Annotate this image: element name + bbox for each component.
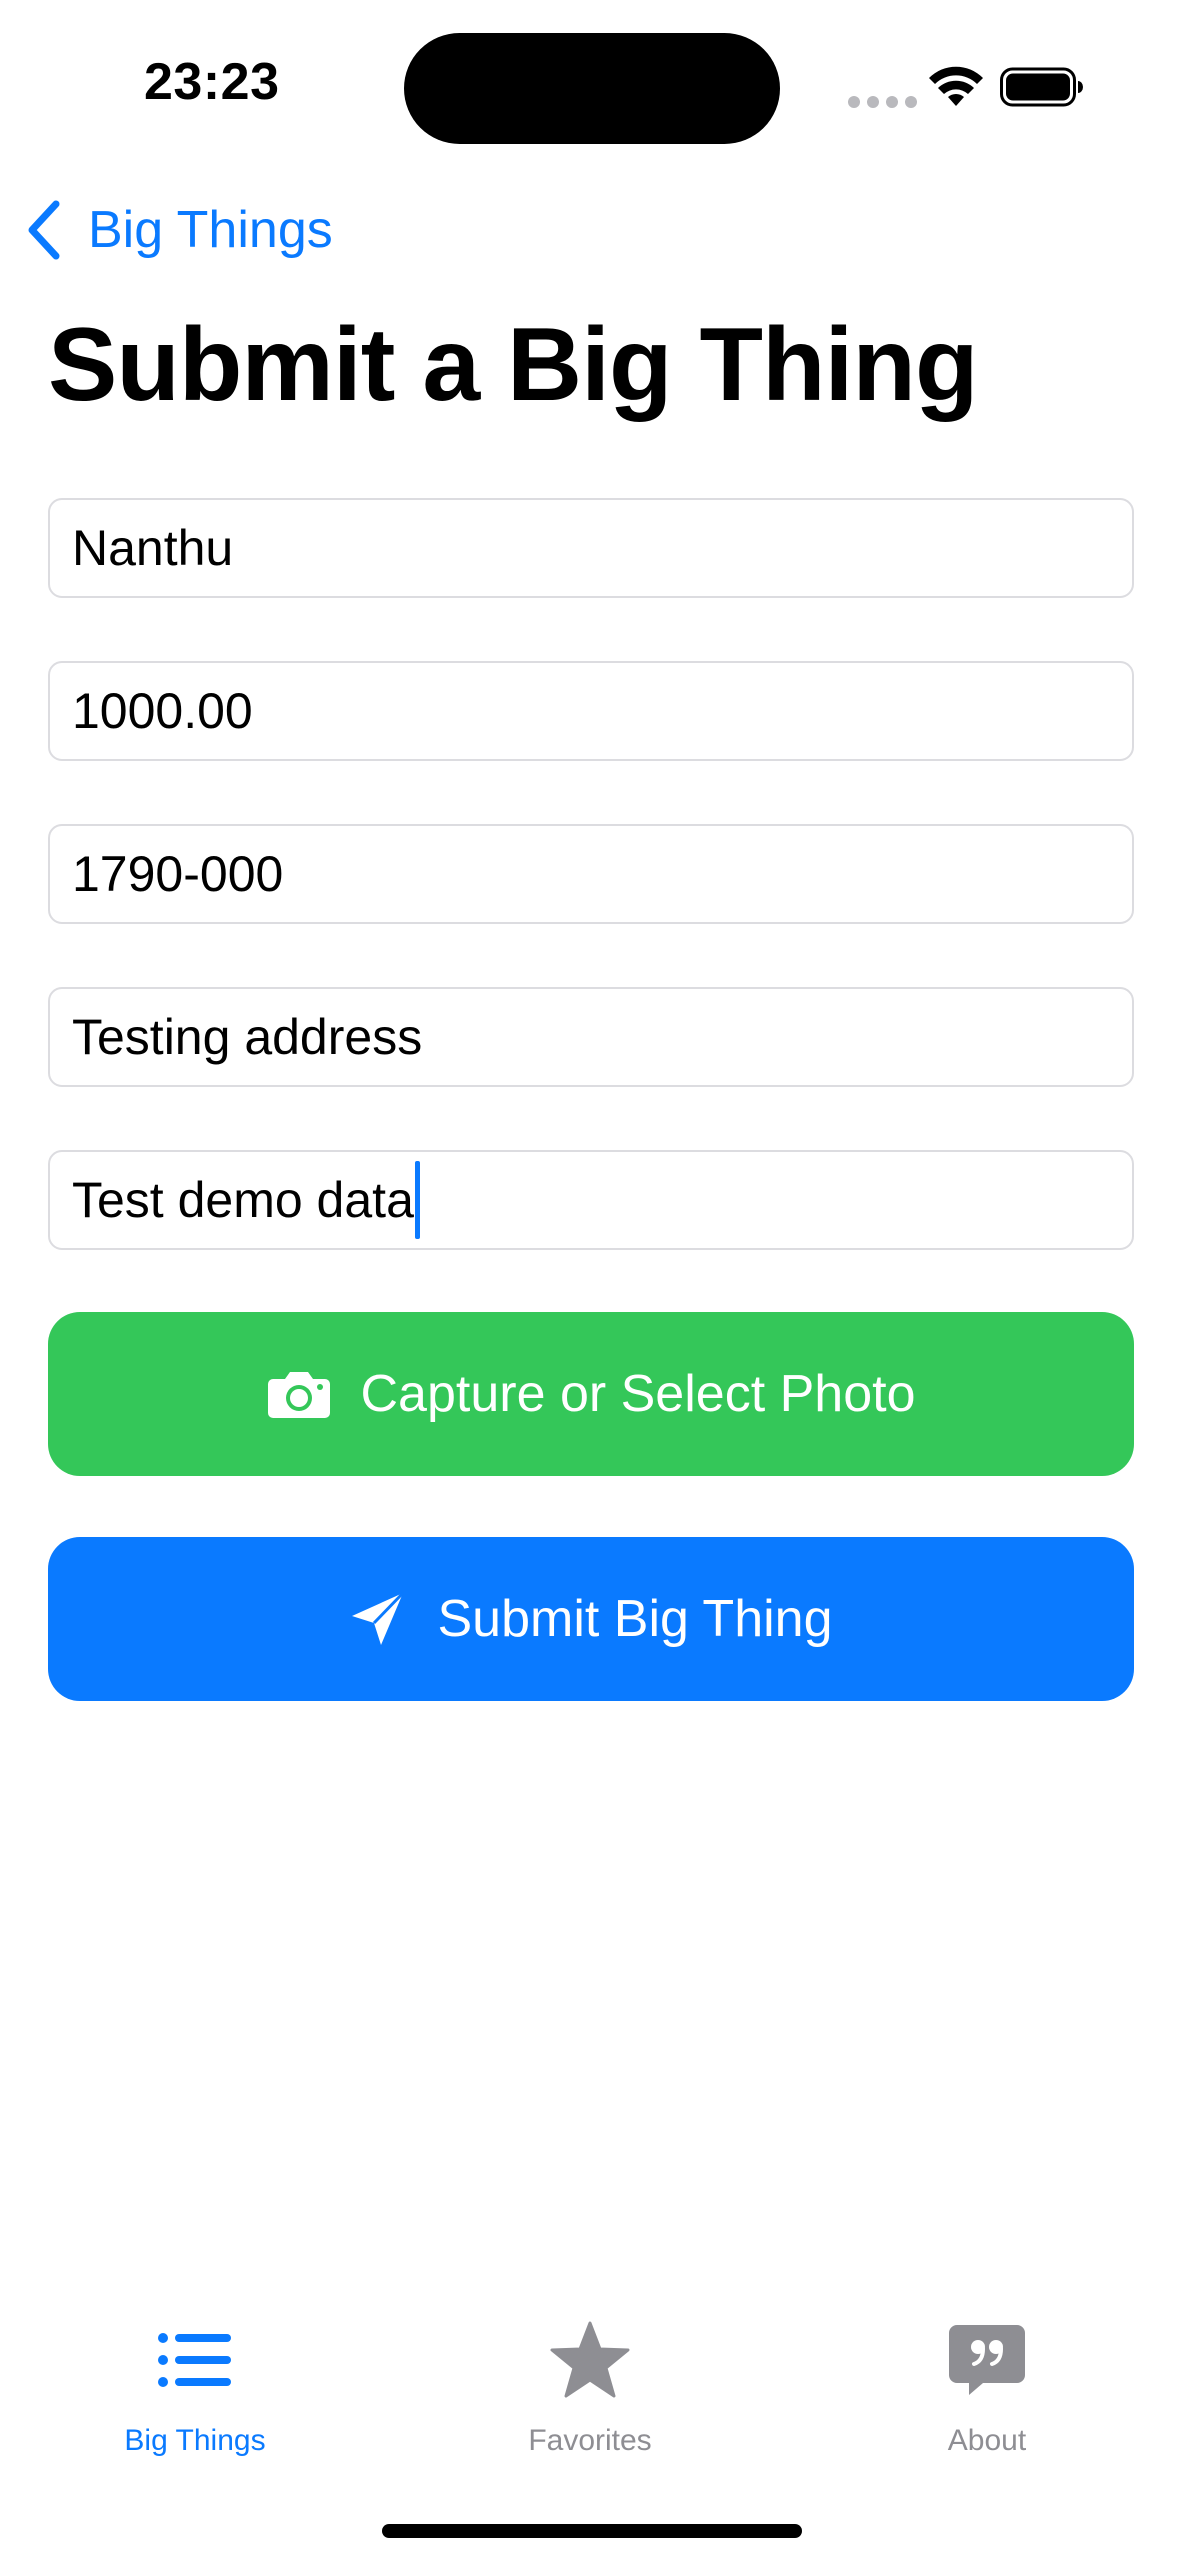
capture-photo-button[interactable]: Capture or Select Photo [48, 1312, 1134, 1476]
submit-button[interactable]: Submit Big Thing [48, 1537, 1134, 1701]
description-field-value: Test demo data [72, 1172, 414, 1228]
tab-favorites-label: Favorites [528, 2424, 652, 2457]
quote-bubble-icon [942, 2318, 1032, 2402]
tab-about[interactable]: About [837, 2318, 1137, 2458]
tab-favorites[interactable]: Favorites [440, 2318, 740, 2458]
battery-icon [1000, 67, 1083, 107]
tab-about-label: About [947, 2424, 1027, 2457]
tab-big-things-label: Big Things [124, 2424, 266, 2457]
tab-big-things[interactable]: Big Things [45, 2318, 345, 2458]
paperplane-icon [352, 1591, 405, 1645]
address-field[interactable]: Testing address [48, 987, 1134, 1087]
chevron-left-icon [28, 200, 60, 260]
name-field[interactable]: Nanthu [48, 498, 1134, 598]
submit-button-label: Submit Big Thing [437, 1590, 833, 1648]
cellular-signal-icon [848, 96, 917, 108]
postal-code-field[interactable]: 1790-000 [48, 824, 1134, 924]
dynamic-island [404, 33, 780, 144]
list-icon [150, 2318, 240, 2402]
description-field[interactable]: Test demo data [48, 1150, 1134, 1250]
name-field-value: Nanthu [72, 520, 234, 576]
wifi-icon [929, 66, 983, 106]
price-field[interactable]: 1000.00 [48, 661, 1134, 761]
back-button[interactable]: Big Things [24, 190, 333, 270]
camera-icon [267, 1372, 330, 1418]
capture-photo-button-label: Capture or Select Photo [360, 1365, 916, 1423]
postal-code-field-value: 1790-000 [72, 846, 284, 902]
status-time: 23:23 [144, 53, 280, 111]
home-indicator[interactable] [382, 2524, 802, 2538]
price-field-value: 1000.00 [72, 683, 253, 739]
page-title: Submit a Big Thing [48, 307, 978, 423]
text-cursor [414, 1161, 420, 1239]
address-field-value: Testing address [72, 1009, 423, 1065]
back-button-label: Big Things [88, 201, 333, 259]
star-icon [545, 2318, 635, 2402]
